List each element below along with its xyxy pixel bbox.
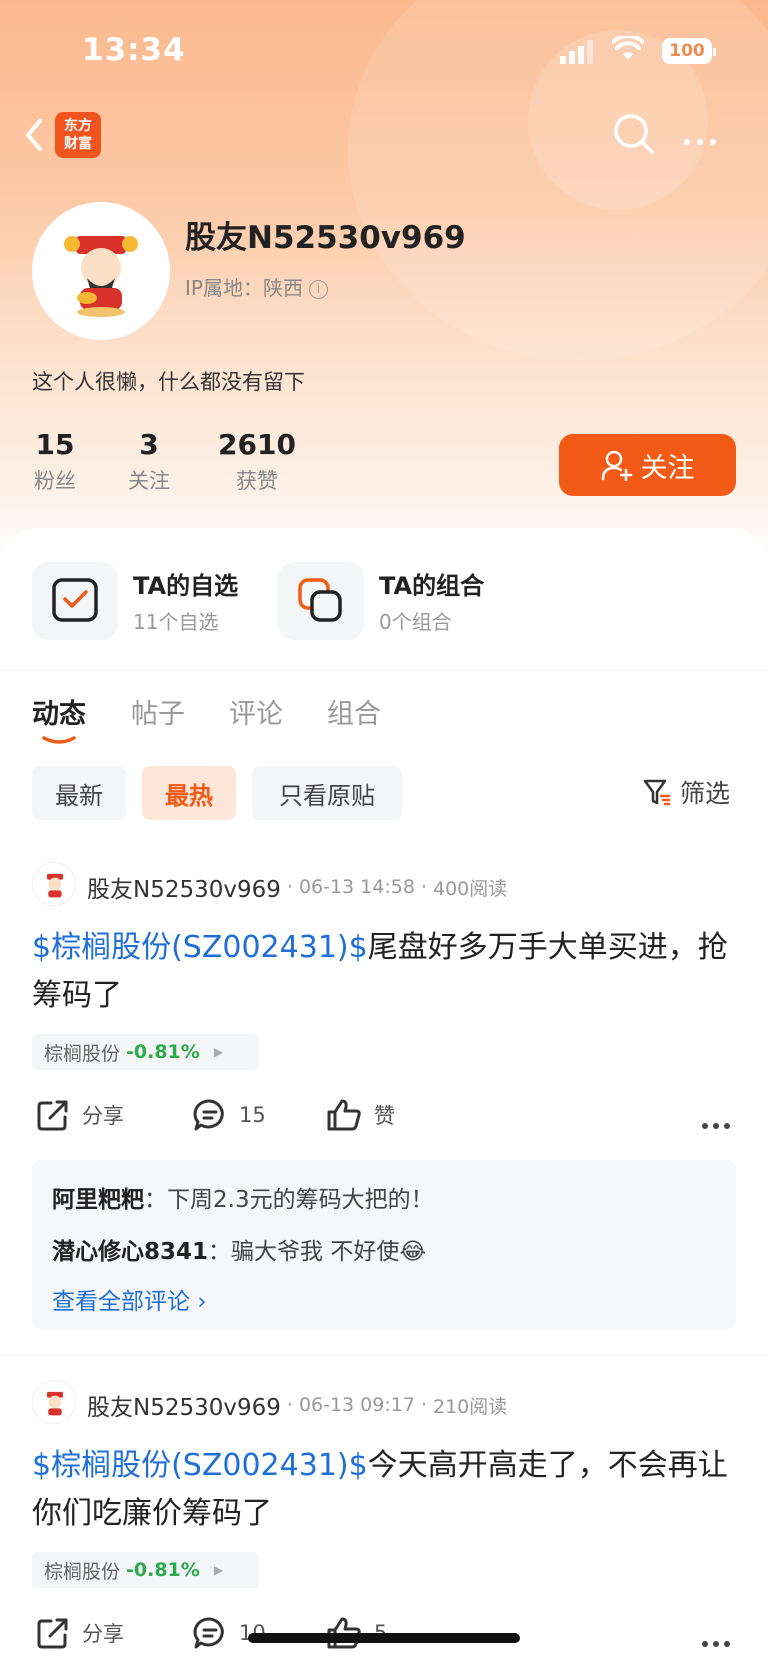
post-content[interactable]: $棕榈股份(SZ002431)$今天高开高走了，不会再让你们吃廉价筹码了 xyxy=(32,1442,732,1538)
stock-name: 棕榈股份 xyxy=(44,1042,121,1065)
comment-text: 下周2.3元的筹码大把的！ xyxy=(167,1187,434,1213)
more-options-icon[interactable] xyxy=(702,1632,735,1651)
comment-icon xyxy=(193,1617,224,1649)
post-reads: 400阅读 xyxy=(433,877,508,900)
more-options-icon[interactable] xyxy=(684,130,723,149)
checkbox-icon xyxy=(52,578,98,622)
stock-tag-link[interactable]: $棕榈股份(SZ002431)$ xyxy=(32,930,368,965)
stat-following[interactable]: 3 关注 xyxy=(126,428,172,495)
tab-posts[interactable]: 帖子 xyxy=(131,692,185,731)
share-icon xyxy=(37,1100,68,1131)
post-date: 06-13 09:17 xyxy=(298,1394,415,1416)
arrow-right-icon: ▶ xyxy=(213,1045,224,1059)
stock-quote-chip[interactable]: 棕榈股份 -0.81% ▶ xyxy=(32,1034,258,1070)
stat-likes[interactable]: 2610 获赞 xyxy=(215,428,299,495)
comment-user[interactable]: 阿里粑粑 xyxy=(52,1187,144,1213)
comment-preview-box[interactable]: 阿里粑粑：下周2.3元的筹码大把的！ 潜心修心8341：骗大爷我 不好使😂 查看… xyxy=(32,1160,736,1330)
watchlist-count: 11个自选 xyxy=(133,610,219,634)
tab-activity[interactable]: 动态 xyxy=(32,692,86,731)
chip-original-only[interactable]: 只看原贴 xyxy=(252,766,402,820)
share-label: 分享 xyxy=(82,1622,124,1646)
ip-location-text: IP属地：陕西 xyxy=(185,276,303,300)
stock-name: 棕榈股份 xyxy=(44,1560,121,1583)
portfolio-icon xyxy=(298,578,342,622)
chip-latest[interactable]: 最新 xyxy=(32,766,126,820)
filter-button[interactable]: 筛选 xyxy=(642,774,730,810)
post-author[interactable]: 股友N52530v969 xyxy=(87,1388,281,1422)
thumbs-up-icon xyxy=(327,1099,361,1131)
logo-text: 财富 xyxy=(64,136,92,152)
comment-item: 阿里粑粑：下周2.3元的筹码大把的！ xyxy=(52,1187,434,1213)
share-icon xyxy=(37,1618,68,1649)
share-button[interactable]: 分享 xyxy=(36,1616,124,1650)
post-reads: 210阅读 xyxy=(433,1395,508,1418)
stat-value: 15 xyxy=(35,428,75,461)
home-indicator xyxy=(248,1633,520,1643)
avatar[interactable] xyxy=(32,862,76,906)
stat-label: 关注 xyxy=(128,469,170,493)
like-button[interactable]: 赞 xyxy=(326,1098,395,1132)
comment-item: 潜心修心8341：骗大爷我 不好使😂 xyxy=(52,1239,427,1265)
tab-comments[interactable]: 评论 xyxy=(229,692,283,731)
ip-location: IP属地：陕西 i xyxy=(185,272,328,301)
info-icon[interactable]: i xyxy=(308,280,328,299)
post-author[interactable]: 股友N52530v969 xyxy=(87,870,281,904)
portfolio-count: 0个组合 xyxy=(379,610,452,634)
divider xyxy=(0,670,768,671)
post-date: 06-13 14:58 xyxy=(298,876,415,898)
filter-label: 筛选 xyxy=(680,779,731,808)
portfolio-icon-box[interactable] xyxy=(278,562,364,640)
wifi-icon xyxy=(612,36,644,60)
search-icon[interactable] xyxy=(612,112,656,156)
stat-value: 2610 xyxy=(218,428,296,461)
stat-value: 3 xyxy=(139,428,159,461)
share-label: 分享 xyxy=(82,1104,124,1128)
comment-text: 骗大爷我 不好使😂 xyxy=(231,1239,427,1265)
tab-portfolios[interactable]: 组合 xyxy=(327,692,381,731)
avatar[interactable] xyxy=(32,1380,76,1424)
stat-fans[interactable]: 15 粉丝 xyxy=(32,428,78,495)
post-content[interactable]: $棕榈股份(SZ002431)$尾盘好多万手大单买进，抢筹码了 xyxy=(32,924,732,1020)
status-time: 13:34 xyxy=(82,32,186,68)
logo-text: 东方 xyxy=(64,118,92,134)
stock-change: -0.81% xyxy=(126,1041,200,1063)
more-options-icon[interactable] xyxy=(702,1114,735,1133)
chip-hottest[interactable]: 最热 xyxy=(142,766,236,820)
comment-button[interactable]: 15 xyxy=(193,1098,266,1132)
comment-user[interactable]: 潜心修心8341 xyxy=(52,1239,208,1265)
post-header: 股友N52530v969 · 06-13 09:17 · 210阅读 xyxy=(87,1388,507,1422)
arrow-right-icon: ▶ xyxy=(213,1563,224,1577)
status-bar: 13:34 100 xyxy=(0,0,768,100)
avatar[interactable] xyxy=(32,202,170,340)
tab-indicator xyxy=(42,736,76,744)
profile-username: 股友N52530v969 xyxy=(185,220,466,256)
cellular-signal-icon xyxy=(560,40,593,64)
profile-bio: 这个人很懒，什么都没有留下 xyxy=(32,370,305,394)
back-arrow-icon[interactable] xyxy=(20,115,50,155)
share-button[interactable]: 分享 xyxy=(36,1098,124,1132)
like-label: 赞 xyxy=(374,1104,395,1128)
follow-button-label: 关注 xyxy=(640,452,695,484)
divider xyxy=(0,1355,768,1356)
stock-tag-link[interactable]: $棕榈股份(SZ002431)$ xyxy=(32,1448,368,1483)
portfolio-title[interactable]: TA的组合 xyxy=(379,566,484,601)
add-user-icon xyxy=(601,450,632,481)
view-all-label: 查看全部评论 xyxy=(52,1289,190,1315)
stock-quote-chip[interactable]: 棕榈股份 -0.81% ▶ xyxy=(32,1552,258,1588)
watchlist-icon-box[interactable] xyxy=(32,562,118,640)
comment-icon xyxy=(193,1099,224,1131)
stat-label: 获赞 xyxy=(236,469,278,493)
app-logo[interactable]: 东方 财富 xyxy=(55,112,101,158)
comment-count: 15 xyxy=(239,1103,266,1127)
follow-button[interactable]: 关注 xyxy=(559,434,736,496)
stat-label: 粉丝 xyxy=(34,469,76,493)
view-all-comments-link[interactable]: 查看全部评论 › xyxy=(52,1282,207,1316)
stock-change: -0.81% xyxy=(126,1559,200,1581)
filter-icon xyxy=(643,779,671,806)
chevron-right-icon: › xyxy=(197,1289,207,1315)
watchlist-title[interactable]: TA的自选 xyxy=(133,566,238,601)
battery-indicator: 100 xyxy=(662,38,716,64)
post-header: 股友N52530v969 · 06-13 14:58 · 400阅读 xyxy=(87,870,507,904)
